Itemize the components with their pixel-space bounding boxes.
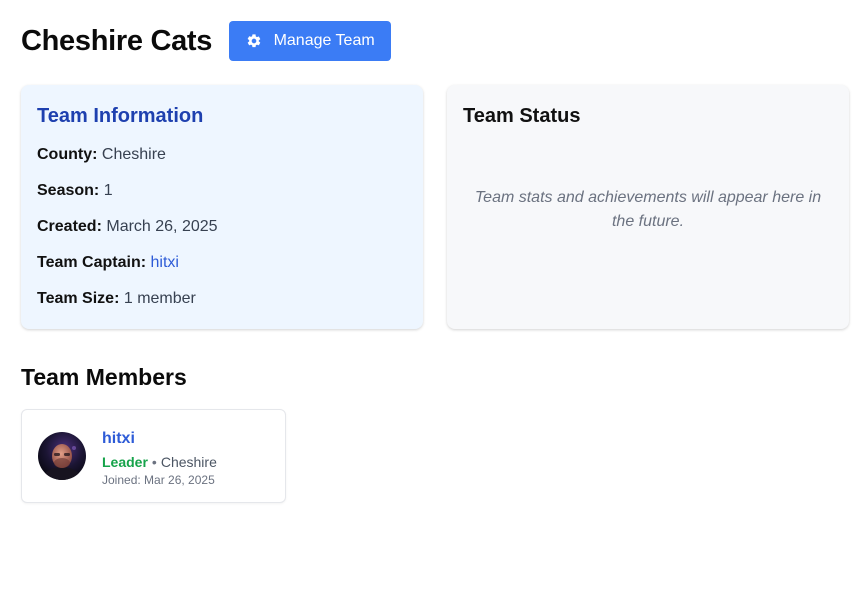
info-label: County:: [37, 146, 98, 163]
member-county: Cheshire: [160, 454, 217, 470]
info-row-county: County: Cheshire: [37, 145, 407, 181]
info-value: 1: [103, 182, 113, 199]
team-information-card: Team Information County: Cheshire Season…: [21, 85, 423, 329]
member-joined-date: Joined: Mar 26, 2025: [102, 473, 215, 487]
page-header: Cheshire Cats Manage Team: [21, 21, 392, 61]
team-status-message: Team stats and achievements will appear …: [474, 189, 822, 230]
team-status-title: Team Status: [463, 105, 581, 127]
info-value: Cheshire: [101, 146, 166, 163]
gear-icon: [246, 33, 262, 49]
info-label: Created:: [37, 218, 102, 235]
manage-team-button[interactable]: Manage Team: [229, 21, 392, 61]
info-label: Season:: [37, 182, 100, 199]
team-status-card: Team Status Team stats and achievements …: [447, 85, 849, 329]
member-card[interactable]: hitxi Leader • Cheshire Joined: Mar 26, 20…: [21, 409, 286, 503]
info-row-created: Created: March 26, 2025: [37, 217, 407, 253]
info-value: March 26, 2025: [106, 218, 218, 235]
captain-link[interactable]: hitxi: [151, 254, 179, 271]
member-role-line: Leader • Cheshire: [102, 454, 217, 470]
separator-dot: •: [151, 454, 157, 470]
info-row-season: Season: 1: [37, 181, 407, 217]
manage-team-label: Manage Team: [273, 32, 375, 49]
info-row-team-size: Team Size: 1 member: [37, 289, 407, 325]
avatar[interactable]: [38, 432, 86, 480]
team-page: Cheshire Cats Manage Team Team Informati…: [0, 0, 868, 589]
team-information-title: Team Information: [37, 105, 204, 127]
info-row-captain: Team Captain: hitxi: [37, 253, 407, 289]
team-info-list: County: Cheshire Season: 1 Created: Marc…: [37, 145, 407, 325]
member-role: Leader: [102, 454, 148, 470]
info-label: Team Captain:: [37, 254, 147, 271]
info-value: 1 member: [123, 290, 196, 307]
info-label: Team Size:: [37, 290, 120, 307]
page-title: Cheshire Cats: [21, 24, 213, 57]
member-name-link[interactable]: hitxi: [102, 430, 135, 448]
team-members-title: Team Members: [21, 364, 187, 390]
